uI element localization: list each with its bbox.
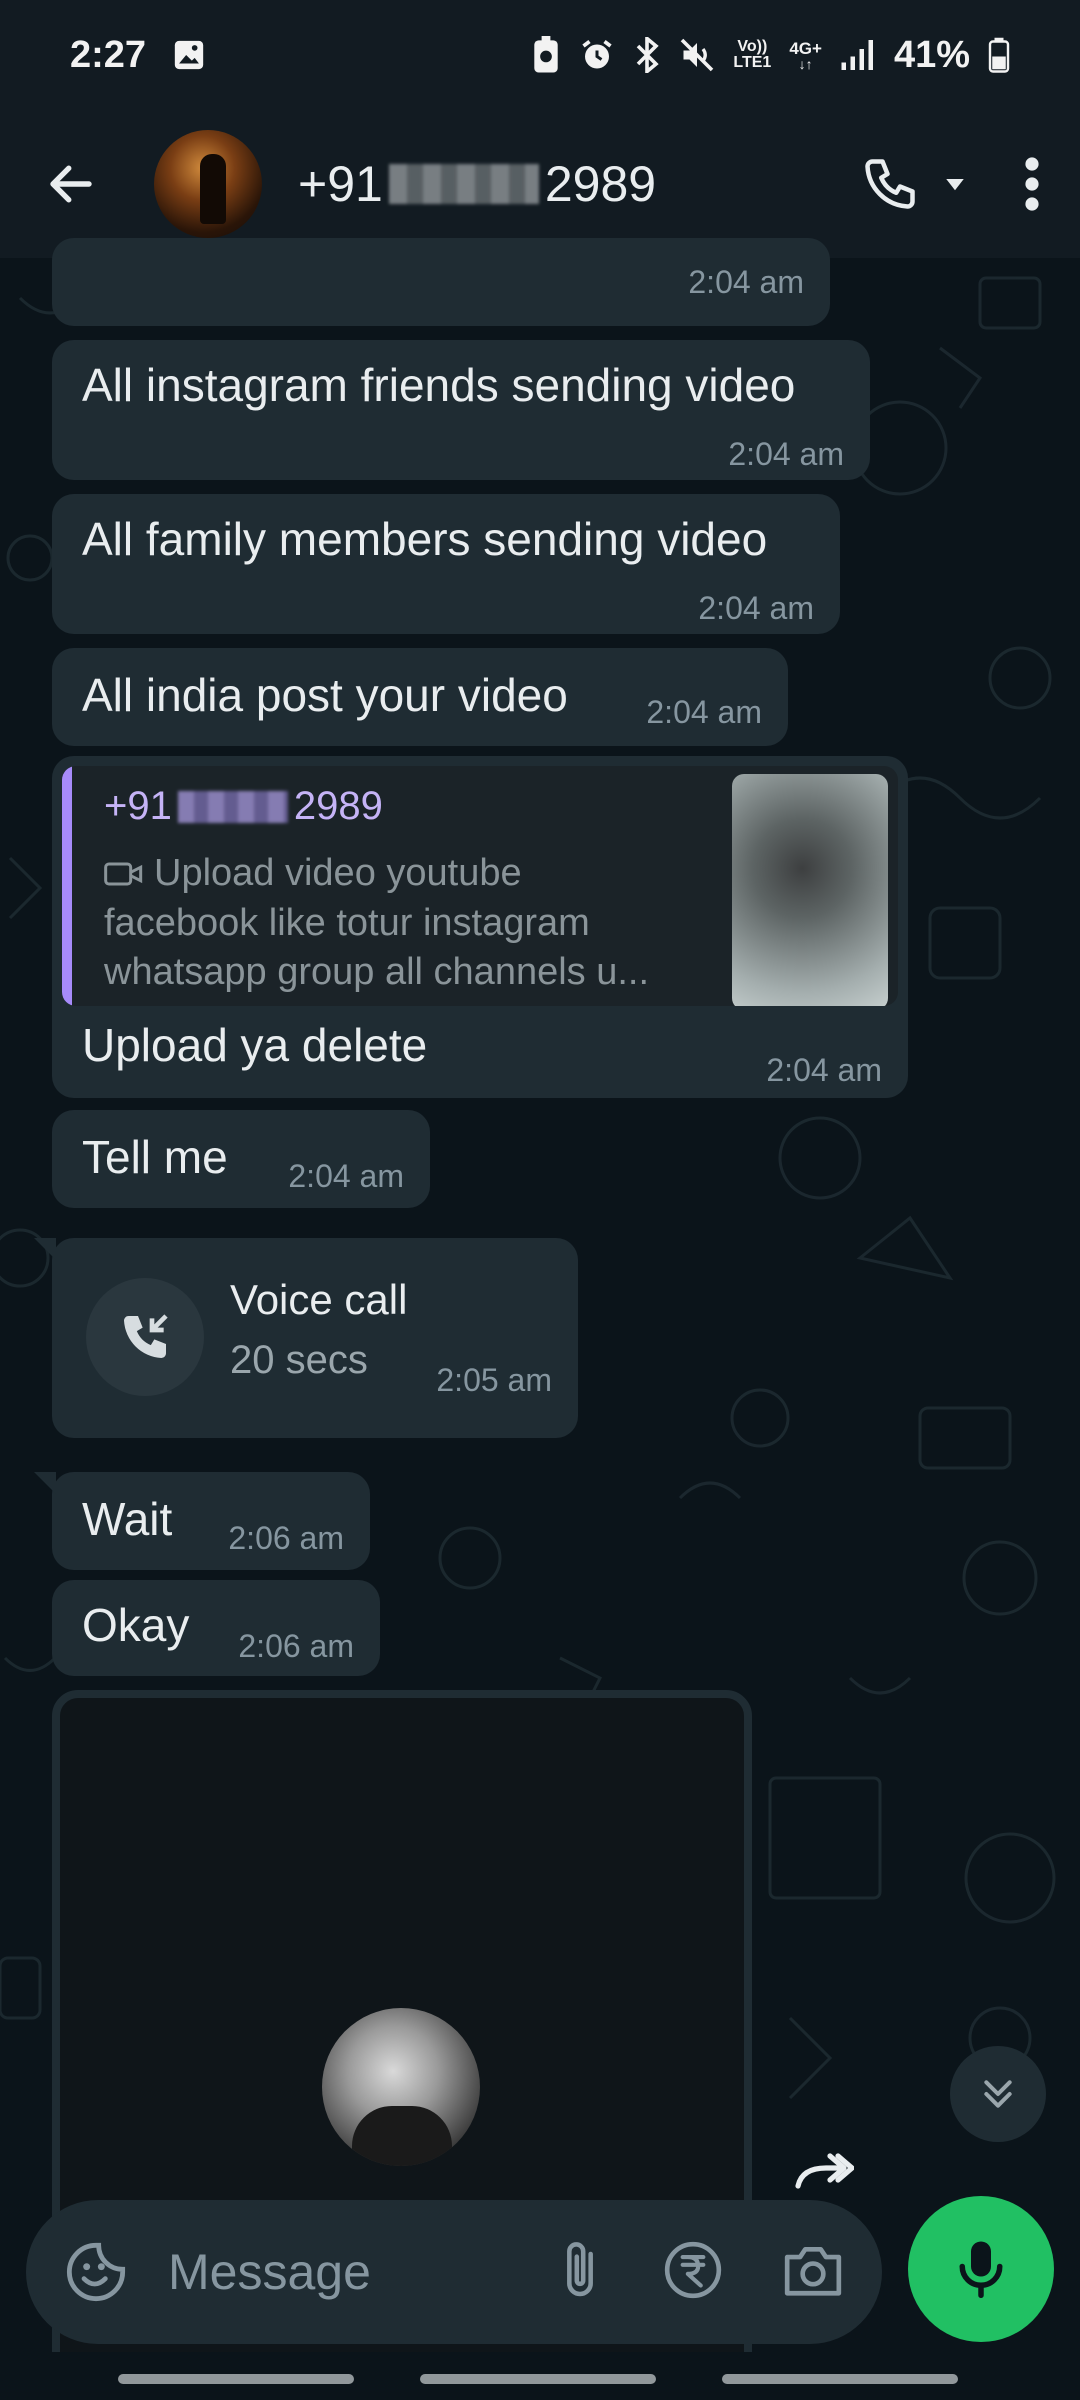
battery-percent: 41%: [893, 33, 970, 76]
scroll-to-bottom-button[interactable]: [950, 2046, 1046, 2142]
message-text: All family members sending video: [82, 513, 768, 565]
quoted-line-3: whatsapp group all channels u...: [104, 951, 650, 993]
microphone-icon: [959, 2241, 1003, 2298]
quoted-video-thumbnail: [732, 774, 888, 1006]
redacted-number: [388, 164, 539, 204]
chat-header: +91 2989: [0, 110, 1080, 258]
share-forward-icon: [795, 2153, 854, 2189]
message-bubble[interactable]: 2:04 am: [52, 238, 830, 326]
call-back-button[interactable]: [86, 1278, 204, 1396]
quote-accent-bar: [62, 766, 72, 1006]
camera-icon: [784, 2246, 842, 2296]
payment-button[interactable]: [662, 2239, 724, 2306]
attach-icon: [567, 2241, 593, 2296]
bluetooth-icon: [633, 37, 661, 73]
contact-avatar[interactable]: [154, 130, 262, 238]
message-time: 2:04 am: [288, 1158, 404, 1194]
sticker-icon: [66, 2242, 126, 2302]
dropdown-icon: [946, 179, 964, 191]
back-button[interactable]: [16, 110, 126, 258]
redacted-number: [177, 790, 288, 823]
message-bubble[interactable]: All instagram friends sending video 2:04…: [52, 340, 870, 480]
voice-call-button[interactable]: [860, 144, 920, 224]
quoted-sender-prefix: +91: [104, 784, 172, 828]
message-time: 2:04 am: [688, 264, 804, 300]
sticker-button[interactable]: [64, 2240, 128, 2304]
volte-bottom: LTE1: [733, 54, 772, 71]
quoted-line-1: Upload video youtube: [154, 852, 522, 894]
rupee-payment-icon: [664, 2241, 722, 2298]
signal-icon: [840, 38, 876, 72]
more-vertical-icon: [1025, 157, 1039, 211]
voice-call-bubble[interactable]: Voice call 20 secs 2:05 am: [34, 1238, 578, 1438]
nav-pill-center[interactable]: [420, 2374, 656, 2384]
video-camera-icon: [104, 862, 143, 885]
contact-name-suffix: 2989: [544, 156, 657, 212]
message-text: Wait: [82, 1493, 173, 1545]
network-type: 4G+: [789, 38, 822, 58]
alarm-icon: [579, 37, 615, 73]
mute-icon: [679, 37, 715, 73]
quoted-sender: +91 2989: [104, 784, 383, 829]
media-profile-picture: [322, 2008, 480, 2166]
battery-icon: [988, 37, 1010, 73]
quoted-sender-suffix: 2989: [293, 784, 383, 828]
battery-saver-icon: [531, 36, 561, 74]
quoted-message[interactable]: +91 2989 Upload video youtube facebook l…: [62, 766, 898, 1006]
quoted-line-2: facebook like totur instagram: [104, 902, 590, 944]
message-text: Okay: [82, 1599, 190, 1651]
attach-button[interactable]: [556, 2238, 604, 2307]
chat-screen: 2:27 Vo)) LTE1 4G+ ↓↑ 41% +91 2989 2:04 …: [0, 0, 1080, 2400]
network-type-icon: 4G+ ↓↑: [789, 40, 822, 71]
message-text: All instagram friends sending video: [82, 359, 796, 411]
message-time: 2:05 am: [436, 1362, 552, 1398]
message-composer: [26, 2200, 882, 2344]
message-bubble[interactable]: All india post your video 2:04 am: [52, 648, 788, 746]
more-options-button[interactable]: [1024, 144, 1040, 224]
nav-pill-right[interactable]: [722, 2374, 958, 2384]
message-time: 2:06 am: [228, 1520, 344, 1556]
message-text: Upload ya delete: [82, 1019, 428, 1071]
navigation-bar: [0, 2352, 1080, 2400]
message-bubble[interactable]: All family members sending video 2:04 am: [52, 494, 840, 634]
message-bubble[interactable]: Okay 2:06 am: [52, 1580, 380, 1676]
contact-name[interactable]: +91 2989: [298, 155, 656, 213]
message-text: All india post your video: [82, 669, 568, 721]
contact-name-prefix: +91: [298, 156, 383, 212]
call-duration: 20 secs: [230, 1338, 368, 1382]
call-options-dropdown[interactable]: [940, 144, 970, 224]
nav-pill-left[interactable]: [118, 2374, 354, 2384]
message-input[interactable]: [168, 2243, 468, 2301]
missed-call-icon: [124, 1314, 168, 1358]
scroll-down-icon: [984, 2080, 1012, 2108]
status-time: 2:27: [70, 33, 147, 76]
message-bubble[interactable]: Wait 2:06 am: [34, 1472, 370, 1570]
message-text: Tell me: [82, 1131, 228, 1183]
message-bubble[interactable]: Tell me 2:04 am: [52, 1110, 430, 1208]
volte-icon: Vo)) LTE1: [733, 39, 771, 71]
message-time: 2:06 am: [238, 1628, 354, 1664]
status-bar: 2:27 Vo)) LTE1 4G+ ↓↑ 41%: [0, 0, 1080, 110]
message-time: 2:04 am: [766, 1052, 882, 1088]
back-arrow-icon: [50, 165, 92, 203]
volte-top: Vo)): [737, 38, 768, 55]
camera-button[interactable]: [782, 2241, 844, 2304]
message-time: 2:04 am: [646, 694, 762, 730]
message-time: 2:04 am: [728, 436, 844, 472]
reply-message-bubble[interactable]: +91 2989 Upload video youtube facebook l…: [52, 756, 908, 1098]
phone-icon: [865, 159, 915, 209]
gallery-icon: [172, 38, 206, 72]
call-title: Voice call: [230, 1276, 408, 1323]
data-arrows: ↓↑: [798, 55, 813, 72]
quoted-line: Upload video youtube: [104, 852, 522, 895]
voice-message-button[interactable]: [908, 2196, 1054, 2342]
message-time: 2:04 am: [698, 590, 814, 626]
